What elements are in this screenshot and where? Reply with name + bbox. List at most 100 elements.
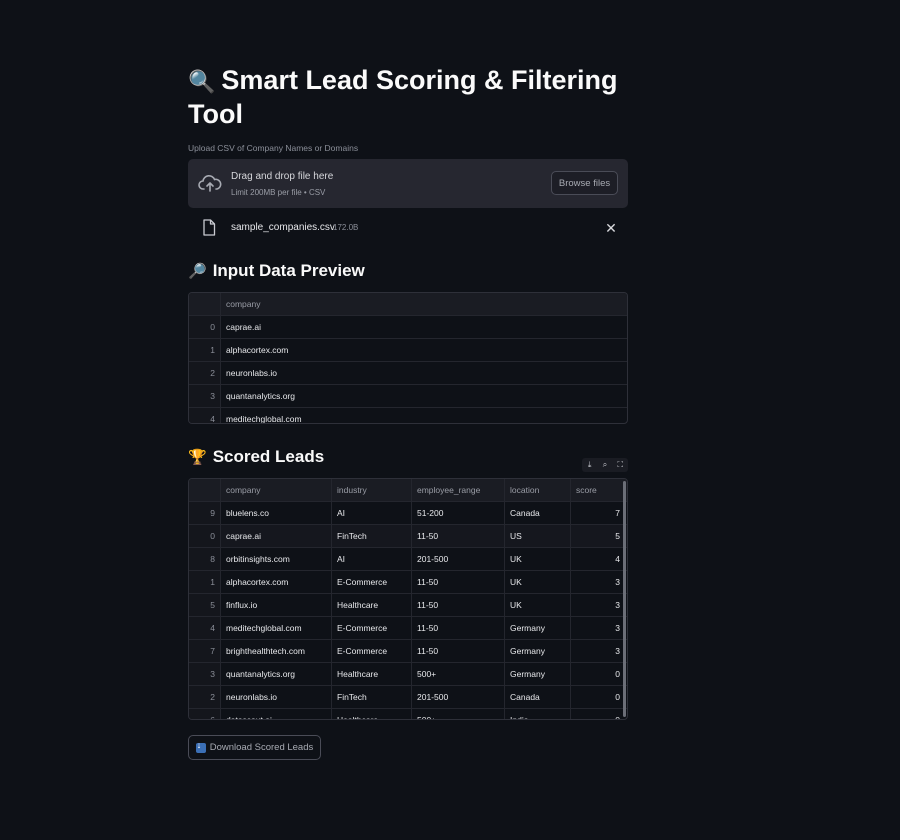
row-index: 1 <box>189 339 221 361</box>
table-row[interactable]: 9 bluelens.co AI 51-200 Canada 7 <box>189 502 627 525</box>
cell-company[interactable]: caprae.ai <box>221 316 627 338</box>
cell-company[interactable]: finflux.io <box>221 594 332 616</box>
column-header-employee-range[interactable]: employee_range <box>412 479 505 501</box>
dropzone-limit: Limit 200MB per file • CSV <box>231 188 326 197</box>
cell-location[interactable]: UK <box>505 594 571 616</box>
table-row[interactable]: 2 neuronlabs.io FinTech 201-500 Canada 0 <box>189 686 627 709</box>
table-header-row: company industry employee_range location… <box>189 479 627 502</box>
cell-score[interactable]: 3 <box>571 640 625 662</box>
table-row[interactable]: 2 neuronlabs.io <box>189 362 627 385</box>
row-index: 3 <box>189 385 221 407</box>
cell-location[interactable]: UK <box>505 548 571 570</box>
row-index: 0 <box>189 525 221 547</box>
cell-industry[interactable]: AI <box>332 502 412 524</box>
download-scored-leads-button[interactable]: Download Scored Leads <box>188 735 321 760</box>
cell-industry[interactable]: AI <box>332 548 412 570</box>
cell-employee-range[interactable]: 201-500 <box>412 548 505 570</box>
cell-location[interactable]: UK <box>505 571 571 593</box>
cell-score[interactable]: 7 <box>571 502 625 524</box>
cell-score[interactable]: 5 <box>571 525 625 547</box>
cell-employee-range[interactable]: 11-50 <box>412 594 505 616</box>
cell-industry[interactable]: FinTech <box>332 525 412 547</box>
cell-employee-range[interactable]: 500+ <box>412 709 505 719</box>
browse-files-button[interactable]: Browse files <box>551 171 618 195</box>
cell-company[interactable]: alphacortex.com <box>221 339 627 361</box>
table-row[interactable]: 3 quantanalytics.org <box>189 385 627 408</box>
column-header-industry[interactable]: industry <box>332 479 412 501</box>
remove-file-close-icon[interactable]: ✕ <box>604 221 618 235</box>
cell-company[interactable]: neuronlabs.io <box>221 686 332 708</box>
cell-company[interactable]: quantanalytics.org <box>221 385 627 407</box>
cell-industry[interactable]: E-Commerce <box>332 571 412 593</box>
cell-employee-range[interactable]: 500+ <box>412 663 505 685</box>
cell-company[interactable]: quantanalytics.org <box>221 663 332 685</box>
table-row[interactable]: 3 quantanalytics.org Healthcare 500+ Germany… <box>189 663 627 686</box>
scored-heading: 🏆 Scored Leads <box>188 445 324 469</box>
search-icon[interactable]: ⌕ <box>599 460 611 470</box>
table-row[interactable]: 1 alphacortex.com <box>189 339 627 362</box>
cell-score[interactable]: 3 <box>571 594 625 616</box>
uploader-label: Upload CSV of Company Names or Domains <box>188 143 359 153</box>
cell-location[interactable]: Germany <box>505 640 571 662</box>
row-index: 1 <box>189 571 221 593</box>
cell-company[interactable]: orbitinsights.com <box>221 548 332 570</box>
cell-industry[interactable]: Healthcare <box>332 594 412 616</box>
cell-employee-range[interactable]: 11-50 <box>412 525 505 547</box>
table-row[interactable]: 6 datascout.ai Healthcare 500+ India 0 <box>189 709 627 719</box>
table-scrollbar[interactable] <box>623 481 626 717</box>
cell-company[interactable]: meditechglobal.com <box>221 617 332 639</box>
cell-score[interactable]: 3 <box>571 617 625 639</box>
scored-table[interactable]: company industry employee_range location… <box>188 478 628 720</box>
cell-employee-range[interactable]: 51-200 <box>412 502 505 524</box>
table-row[interactable]: 7 brighthealthtech.com E-Commerce 11-50 Germ… <box>189 640 627 663</box>
cell-score[interactable]: 0 <box>571 709 625 719</box>
cell-location[interactable]: US <box>505 525 571 547</box>
cell-industry[interactable]: Healthcare <box>332 663 412 685</box>
table-row[interactable]: 1 alphacortex.com E-Commerce 11-50 UK 3 <box>189 571 627 594</box>
cell-location[interactable]: Canada <box>505 686 571 708</box>
cell-score[interactable]: 0 <box>571 686 625 708</box>
cell-company[interactable]: datascout.ai <box>221 709 332 719</box>
cell-location[interactable]: India <box>505 709 571 719</box>
column-header-location[interactable]: location <box>505 479 571 501</box>
cell-score[interactable]: 0 <box>571 663 625 685</box>
column-header-company[interactable]: company <box>221 479 332 501</box>
cell-company[interactable]: caprae.ai <box>221 525 332 547</box>
cell-industry[interactable]: E-Commerce <box>332 640 412 662</box>
cell-company[interactable]: neuronlabs.io <box>221 362 627 384</box>
cell-company[interactable]: bluelens.co <box>221 502 332 524</box>
cell-location[interactable]: Germany <box>505 617 571 639</box>
trophy-icon: 🏆 <box>188 449 207 466</box>
preview-table[interactable]: company 0 caprae.ai 1 alphacortex.com 2 neuro… <box>188 292 628 424</box>
table-row[interactable]: 8 orbitinsights.com AI 201-500 UK 4 <box>189 548 627 571</box>
cell-company[interactable]: alphacortex.com <box>221 571 332 593</box>
column-header-company[interactable]: company <box>221 293 627 315</box>
row-index: 4 <box>189 617 221 639</box>
download-icon[interactable]: ⤓ <box>584 460 596 470</box>
file-dropzone[interactable]: Drag and drop file here Limit 200MB per … <box>188 159 628 208</box>
cell-score[interactable]: 3 <box>571 571 625 593</box>
cell-employee-range[interactable]: 201-500 <box>412 686 505 708</box>
row-index: 3 <box>189 663 221 685</box>
column-header-score[interactable]: score <box>571 479 625 501</box>
cell-location[interactable]: Germany <box>505 663 571 685</box>
table-row[interactable]: 0 caprae.ai FinTech 11-50 US 5 <box>189 525 627 548</box>
fullscreen-icon[interactable]: ⛶ <box>614 460 626 470</box>
cell-industry[interactable]: FinTech <box>332 686 412 708</box>
table-row[interactable]: 5 finflux.io Healthcare 11-50 UK 3 <box>189 594 627 617</box>
cell-location[interactable]: Canada <box>505 502 571 524</box>
table-row[interactable]: 4 meditechglobal.com <box>189 408 627 423</box>
cell-employee-range[interactable]: 11-50 <box>412 640 505 662</box>
cell-company[interactable]: meditechglobal.com <box>221 408 627 423</box>
cell-industry[interactable]: Healthcare <box>332 709 412 719</box>
cell-score[interactable]: 4 <box>571 548 625 570</box>
cell-industry[interactable]: E-Commerce <box>332 617 412 639</box>
table-row[interactable]: 0 caprae.ai <box>189 316 627 339</box>
preview-heading-text: Input Data Preview <box>212 261 365 280</box>
cell-company[interactable]: brighthealthtech.com <box>221 640 332 662</box>
dropzone-instructions: Drag and drop file here <box>231 171 334 182</box>
cell-employee-range[interactable]: 11-50 <box>412 617 505 639</box>
row-index: 0 <box>189 316 221 338</box>
cell-employee-range[interactable]: 11-50 <box>412 571 505 593</box>
table-row[interactable]: 4 meditechglobal.com E-Commerce 11-50 German… <box>189 617 627 640</box>
